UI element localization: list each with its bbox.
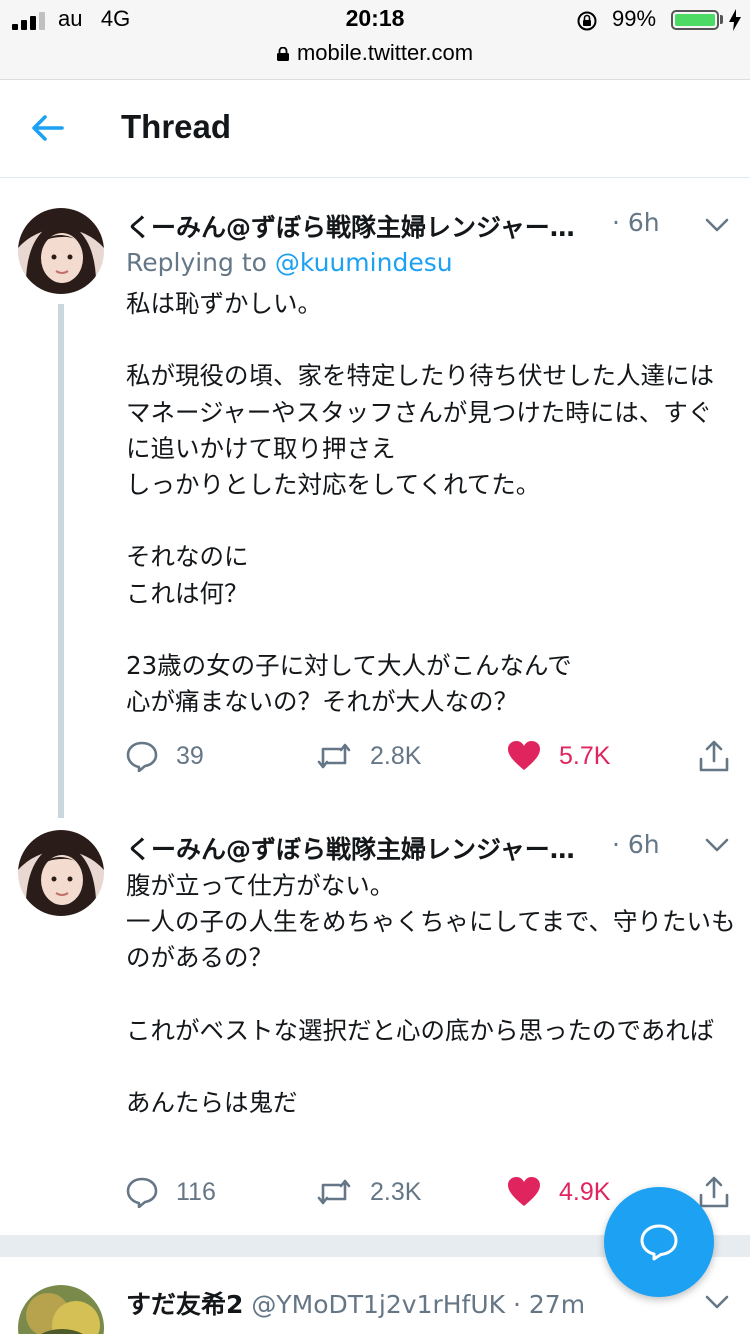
- chevron-down-icon[interactable]: [704, 1293, 730, 1311]
- share-icon: [699, 1176, 729, 1208]
- display-name[interactable]: くーみん@ずぼら戦隊主婦レンジャー…: [126, 213, 575, 242]
- avatar[interactable]: [18, 208, 104, 294]
- display-name[interactable]: すだ友希2: [126, 1290, 243, 1319]
- page-title: Thread: [121, 108, 232, 145]
- arrow-left-icon[interactable]: [26, 108, 70, 148]
- rotation-lock-icon: [577, 11, 597, 31]
- heart-filled-icon: [508, 1177, 540, 1206]
- header: Thread: [0, 80, 750, 178]
- tweet-header: くーみん@ずぼら戦隊主婦レンジャー…: [126, 208, 575, 242]
- retweet-count: 2.8K: [370, 741, 422, 770]
- retweet-icon: [317, 1179, 351, 1205]
- reply-count: 116: [176, 1177, 216, 1206]
- avatar[interactable]: [18, 830, 104, 916]
- reply-button[interactable]: 39: [126, 736, 204, 776]
- reply-icon: [126, 1177, 158, 1208]
- user-handle[interactable]: @YMoDT1j2v1rHfUK: [251, 1290, 505, 1319]
- replying-to: Replying to @kuumindesu: [126, 248, 453, 277]
- heart-filled-icon: [508, 741, 540, 770]
- tweet-time[interactable]: · 27m: [513, 1290, 585, 1319]
- like-count: 5.7K: [559, 741, 611, 770]
- display-name[interactable]: くーみん@ずぼら戦隊主婦レンジャー…: [126, 835, 575, 864]
- share-icon: [699, 740, 729, 772]
- tweet-actions: 39 2.8K 5.7K: [126, 736, 736, 776]
- retweet-count: 2.3K: [370, 1177, 422, 1206]
- tweet-time[interactable]: · 6h: [612, 208, 660, 237]
- retweet-icon: [317, 743, 351, 769]
- compose-reply-icon: [640, 1224, 678, 1261]
- battery-icon: [671, 10, 719, 30]
- compose-reply-button[interactable]: [604, 1187, 714, 1297]
- battery-cap: [720, 15, 723, 24]
- lock-icon: [276, 47, 289, 61]
- like-count: 4.9K: [559, 1177, 611, 1206]
- tweet-header: くーみん@ずぼら戦隊主婦レンジャー…: [126, 830, 575, 864]
- replying-prefix: Replying to: [126, 248, 267, 277]
- like-button[interactable]: 4.9K: [507, 1172, 610, 1212]
- url-bar[interactable]: mobile.twitter.com: [0, 40, 750, 66]
- chevron-down-icon[interactable]: [704, 216, 730, 234]
- avatar[interactable]: [18, 1285, 104, 1334]
- tweet-time[interactable]: · 6h: [612, 830, 660, 859]
- url-text: mobile.twitter.com: [296, 40, 474, 65]
- share-button[interactable]: [698, 736, 730, 776]
- tweet[interactable]: くーみん@ずぼら戦隊主婦レンジャー… · 6h 腹が立って仕方がない。 一人の子…: [0, 830, 750, 1230]
- tweet-header: すだ友希2 @YMoDT1j2v1rHfUK · 27m: [126, 1285, 585, 1319]
- tweet-text: 私は恥ずかしい。 私が現役の頃、家を特定したり待ち伏せした人達にはマネージャーや…: [126, 289, 714, 717]
- tweet[interactable]: くーみん@ずぼら戦隊主婦レンジャー… · 6h Replying to @kuu…: [0, 180, 750, 830]
- status-bar: au 4G 20:18 99% mobile.twitter.com: [0, 0, 750, 80]
- like-button[interactable]: 5.7K: [507, 736, 610, 776]
- charging-icon: [729, 9, 741, 31]
- reply-count: 39: [176, 741, 204, 770]
- chevron-down-icon[interactable]: [704, 836, 730, 854]
- battery-percent: 99%: [612, 6, 657, 31]
- battery-level: [675, 14, 715, 26]
- share-button[interactable]: [698, 1172, 730, 1212]
- reply-button[interactable]: 116: [126, 1172, 216, 1212]
- reply-icon: [126, 741, 158, 772]
- tweet-text: 腹が立って仕方がない。 一人の子の人生をめちゃくちゃにしてまで、守りたいものがあ…: [126, 871, 736, 1118]
- retweet-button[interactable]: 2.3K: [316, 1172, 421, 1212]
- retweet-button[interactable]: 2.8K: [316, 736, 421, 776]
- thread-connector: [58, 304, 64, 818]
- reply-handle-link[interactable]: @kuumindesu: [275, 248, 453, 277]
